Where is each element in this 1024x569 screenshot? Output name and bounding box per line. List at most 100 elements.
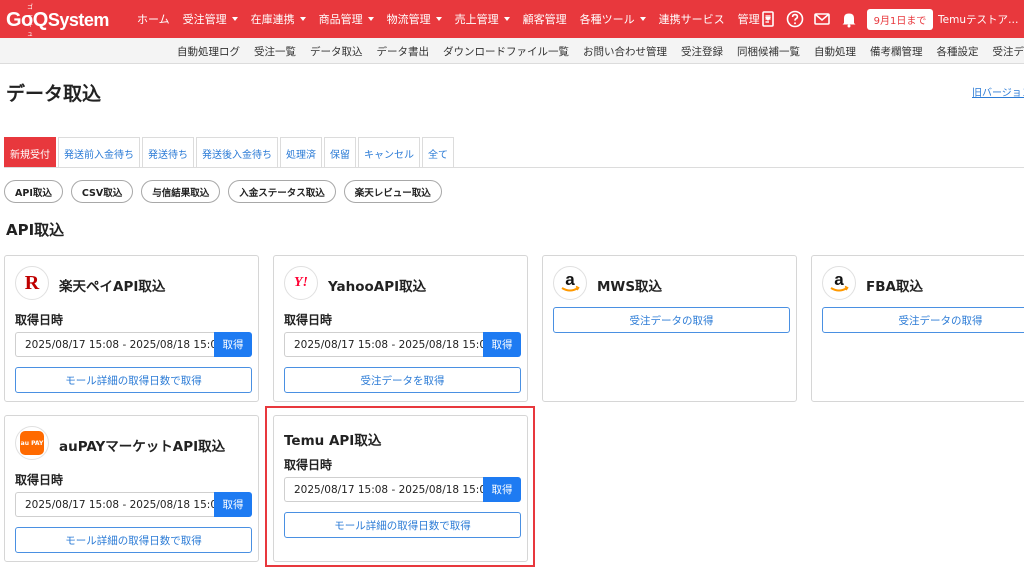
fetch-button[interactable]: 取得	[483, 332, 521, 357]
subnav-item[interactable]: 各種設定	[937, 44, 979, 59]
import-type-pills: API取込 CSV取込 与信結果取込 入金ステータス取込 楽天レビュー取込	[4, 180, 450, 203]
logo-sub: System	[47, 10, 110, 30]
yahoo-card: Y! YahooAPI取込 取得日時 2025/08/17 15:08 - 20…	[273, 255, 528, 402]
fetch-label: 取得日時	[15, 313, 64, 327]
status-tab[interactable]: 発送前入金待ち	[58, 137, 140, 168]
nav-item[interactable]: 物流管理	[387, 11, 442, 27]
nav-item-label: 受注管理	[182, 13, 227, 26]
subnav-item[interactable]: お問い合わせ管理	[583, 44, 667, 59]
trial-date-badge[interactable]: 9月1日まで	[867, 9, 933, 30]
subnav-item[interactable]: データ取込	[310, 44, 363, 59]
rakuten-logo-icon: R	[15, 266, 49, 300]
yahoo-logo-icon: Y!	[284, 266, 318, 300]
status-tab[interactable]: 保留	[324, 137, 356, 168]
old-version-link[interactable]: 旧バージョン	[972, 84, 1024, 99]
import-type-pill[interactable]: CSV取込	[70, 180, 134, 203]
fetch-button[interactable]: 取得	[214, 332, 252, 357]
rakuten-card: R 楽天ペイAPI取込 取得日時 2025/08/17 15:08 - 2025…	[4, 255, 259, 402]
fetch-button[interactable]: 取得	[214, 492, 252, 517]
nav-item-label: ホーム	[137, 13, 170, 26]
subnav-item[interactable]: 同梱候補一覧	[737, 44, 800, 59]
amazon-logo-icon: a	[822, 266, 856, 300]
top-navbar: ゴーキュー GoQSystem ホーム受注管理在庫連携商品管理物流管理売上管理顧…	[0, 0, 1024, 47]
date-range-group: 2025/08/17 15:08 - 2025/08/18 15:08 取得	[15, 332, 252, 357]
date-range-input[interactable]: 2025/08/17 15:08 - 2025/08/18 15:08	[284, 332, 483, 357]
subnav-item[interactable]: 備考欄管理	[870, 44, 923, 59]
subnav-item[interactable]: 自動処理	[814, 44, 856, 59]
card-title: MWS取込	[597, 279, 663, 295]
bell-icon[interactable]	[839, 9, 859, 29]
nav-item-label: 顧客管理	[522, 13, 567, 26]
nav-item-label: 商品管理	[318, 13, 363, 26]
user-name[interactable]: Temuテストア…	[938, 12, 1024, 27]
card-title: 楽天ペイAPI取込	[59, 279, 166, 295]
nav-item[interactable]: 受注管理	[183, 11, 238, 27]
import-type-pill[interactable]: 与信結果取込	[141, 180, 221, 203]
section-title: API取込	[6, 221, 65, 239]
fba-card: a FBA取込 受注データの取得	[811, 255, 1024, 402]
aupay-logo-text: au PAY	[20, 431, 44, 455]
nav-item-label: 物流管理	[386, 13, 431, 26]
amazon-smile-icon: a	[830, 270, 849, 292]
amazon-smile-icon: a	[561, 270, 580, 292]
caret-down-icon	[435, 17, 442, 21]
tabs-divider	[4, 167, 1024, 168]
mall-detail-fetch-button[interactable]: モール詳細の取得日数で取得	[15, 527, 252, 553]
subnav-item[interactable]: 受注デー	[993, 44, 1024, 59]
status-tab[interactable]: 発送後入金待ち	[196, 137, 278, 168]
help-icon[interactable]	[785, 9, 805, 29]
document-icon[interactable]	[758, 9, 778, 29]
import-type-pill[interactable]: 楽天レビュー取込	[343, 180, 442, 203]
logo-text: GoQSystem	[6, 9, 109, 32]
nav-item-label: 管理	[737, 13, 760, 26]
import-type-pill[interactable]: API取込	[4, 180, 63, 203]
nav-item[interactable]: 顧客管理	[523, 11, 567, 27]
date-range-input[interactable]: 2025/08/17 15:08 - 2025/08/18 15:08	[15, 332, 214, 357]
amazon-logo-text: a	[565, 270, 575, 289]
status-tab[interactable]: 新規受付	[4, 137, 56, 168]
nav-item[interactable]: ホーム	[137, 11, 170, 27]
nav-item-label: 各種ツール	[579, 13, 635, 26]
subnav-item[interactable]: データ書出	[377, 44, 430, 59]
fetch-orders-button[interactable]: 受注データの取得	[553, 307, 790, 333]
caret-down-icon	[299, 17, 306, 21]
status-tab[interactable]: 発送待ち	[142, 137, 194, 168]
import-type-pill[interactable]: 入金ステータス取込	[228, 180, 336, 203]
card-title: YahooAPI取込	[328, 279, 427, 295]
mws-card: a MWS取込 受注データの取得	[542, 255, 797, 402]
top-icons	[758, 9, 866, 29]
date-range-input[interactable]: 2025/08/17 15:08 - 2025/08/18 15:08	[15, 492, 214, 517]
yahoo-logo-text: Y!	[294, 275, 308, 290]
subnav-item[interactable]: ダウンロードファイル一覧	[443, 44, 569, 59]
page-title: データ取込	[6, 83, 102, 105]
nav-item-label: 在庫連携	[250, 13, 295, 26]
nav-item-label: 連携サービス	[658, 13, 725, 26]
main-nav: ホーム 受注管理 在庫連携 商品管理 物流管理 売上管理 顧客管理 各種ツール 連携サービス 管理	[137, 0, 784, 38]
highlight-frame	[265, 406, 535, 567]
nav-item[interactable]: 売上管理	[455, 11, 510, 27]
nav-item[interactable]: 連携サービス	[659, 11, 725, 27]
mall-detail-fetch-button[interactable]: モール詳細の取得日数で取得	[15, 367, 252, 393]
status-tab[interactable]: 全て	[422, 137, 454, 168]
caret-down-icon	[639, 17, 646, 21]
nav-item[interactable]: 商品管理	[319, 11, 374, 27]
nav-item[interactable]: 在庫連携	[251, 11, 306, 27]
subnav-item[interactable]: 受注一覧	[254, 44, 296, 59]
status-tab[interactable]: キャンセル	[358, 137, 420, 168]
date-range-group: 2025/08/17 15:08 - 2025/08/18 15:08 取得	[15, 492, 252, 517]
subnav-item[interactable]: 受注登録	[681, 44, 723, 59]
subnav-item[interactable]: 自動処理ログ	[177, 44, 240, 59]
fetch-label: 取得日時	[15, 473, 64, 487]
aupay-card: au PAY auPAYマーケットAPI取込 取得日時 2025/08/17 1…	[4, 415, 259, 562]
caret-down-icon	[367, 17, 374, 21]
fetch-label: 取得日時	[284, 313, 333, 327]
nav-item-label: 売上管理	[454, 13, 499, 26]
status-tab[interactable]: 処理済	[280, 137, 322, 168]
fetch-orders-button[interactable]: 受注データを取得	[284, 367, 521, 393]
nav-item[interactable]: 各種ツール	[580, 11, 646, 27]
mail-icon[interactable]	[812, 9, 832, 29]
card-title: auPAYマーケットAPI取込	[59, 439, 226, 455]
amazon-logo-text: a	[834, 270, 844, 289]
sub-navbar: 自動処理ログ 受注一覧 データ取込 データ書出 ダウンロードファイル一覧 お問い合わせ管理…	[0, 38, 1024, 64]
fetch-orders-button[interactable]: 受注データの取得	[822, 307, 1024, 333]
